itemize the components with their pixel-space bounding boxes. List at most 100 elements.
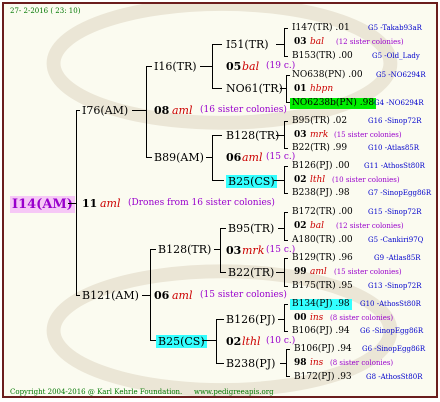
connector [284,304,288,305]
gen4-top-4[interactable]: B126(PJ) .00 [292,162,350,171]
gen3-dam-1[interactable]: NO61(TR) [226,83,283,94]
connector [216,363,224,364]
connector [284,28,288,29]
gen2-dam-1[interactable]: B89(AM) [154,152,204,163]
gen4-bot-code-1: G5 -Old_Lady [372,52,420,60]
connector [284,331,288,332]
connector [150,249,156,250]
gen4-symbol-7: ins [310,313,324,323]
gen4-top-code-8: G6 -SinopEgg86R [362,345,426,353]
connector [284,166,285,194]
gen4-symbol-3: mrk [310,130,329,140]
gen1-note: (Drones from 16 sister colonies) [128,198,275,208]
gen2-dam-2[interactable]: B25(CS) [156,335,207,348]
gen4-bot-2[interactable]: NO6238b(PN) .98 [290,98,377,109]
gen4-note-8: (8 sister colonies) [330,359,394,367]
gen3-dam-3[interactable]: B22(TR) [228,267,274,278]
gen4-number-2: 01 [294,84,307,94]
gen3-sire-2[interactable]: B128(TR) [226,130,279,141]
gen4-bot-7[interactable]: B106(PJ) .94 [292,327,350,336]
connector [286,75,287,103]
gen4-top-2[interactable]: NO638(PN) .00 [292,71,363,80]
gen1-symbol: aml [100,197,121,210]
gen4-bot-code-4: G7 -SinopEgg86R [368,189,432,197]
gen4-symbol-8: ins [310,358,324,368]
gen3-sire-4[interactable]: B126(PJ) [226,314,275,325]
connector [286,349,287,377]
pedigree-frame: 27- 2-2016 ( 23: 10) I14(AM) 11 aml (Dro… [2,2,438,398]
gen4-top-1[interactable]: I147(TR) .01 [292,24,350,33]
root-queen[interactable]: I14(AM) [10,196,75,213]
gen4-number-3: 03 [294,130,307,140]
connector [216,319,224,320]
gen4-top-8[interactable]: B106(PJ) .94 [294,345,352,354]
connector [220,228,221,273]
connector [276,272,284,273]
footer-url[interactable]: www.pedigreeapis.org [194,389,274,396]
gen4-symbol-4: lthl [310,175,326,185]
gen4-number-7: 00 [294,313,307,323]
gen4-bot-8[interactable]: B172(PJ) .93 [294,373,352,382]
gen3-symbol-1: bal [242,60,260,73]
timestamp: 27- 2-2016 ( 23: 10) [10,7,81,15]
gen3-number-2: 06 [226,151,242,164]
connector [68,203,76,204]
gen2-note-2: (15 sister colonies) [200,290,287,300]
gen3-symbol-2: aml [242,151,263,164]
gen4-bot-4[interactable]: B238(PJ) .98 [292,189,350,198]
gen3-dam-4[interactable]: B238(PJ) [226,358,275,369]
gen4-top-6[interactable]: B129(TR) .96 [292,254,353,263]
gen3-dam-2[interactable]: B25(CS) [226,175,277,188]
gen4-bot-6[interactable]: B175(TR) .95 [292,282,353,291]
connector [286,376,290,377]
gen4-top-code-3: G16 -Sinop72R [368,117,422,125]
gen4-bot-5[interactable]: A180(TR) .00 [292,236,353,245]
gen2-sire-2[interactable]: B128(TR) [158,244,211,255]
gen4-top-7[interactable]: B134(PJ) .98 [290,299,352,310]
gen2-sire-1[interactable]: I16(TR) [154,61,197,72]
gen4-bot-code-8: G8 -AthosSt80R [366,373,423,381]
gen4-bot-1[interactable]: B153(TR) .00 [292,52,353,61]
connector [220,228,226,229]
connector [212,44,222,45]
gen4-bot-3[interactable]: B22(TR) .99 [292,144,347,153]
gen3-number-3: 03 [226,244,242,257]
connector [284,212,288,213]
gen2-note-1: (16 sister colonies) [200,105,287,115]
connector [76,110,77,296]
connector [284,166,288,167]
gen4-top-5[interactable]: B172(TR) .00 [292,208,353,217]
connector [212,135,213,181]
gen4-bot-code-6: G13 -Sinop72R [368,282,422,290]
gen4-symbol-5: bal [310,221,325,231]
connector [286,75,290,76]
connector [284,212,285,241]
connector [150,249,151,341]
connector [212,88,222,89]
connector [284,240,288,241]
connector [284,286,288,287]
gen4-top-code-5: G15 -Sinop72R [368,208,422,216]
gen4-number-1: 03 [294,37,307,47]
connector [146,66,147,158]
gen4-top-3[interactable]: B95(TR) .02 [292,117,347,126]
gen3-sire-1[interactable]: I51(TR) [226,39,269,50]
connector [202,340,216,341]
connector [274,180,284,181]
gen4-top-code-4: G11 -AthosSt80R [364,162,425,170]
connector [146,66,152,67]
gen4-number-6: 99 [294,267,307,277]
gen1-sire[interactable]: I76(AM) [82,105,128,116]
gen3-sire-3[interactable]: B95(TR) [228,223,274,234]
connector [132,110,146,111]
gen4-top-code-2: G5 -NO6294R [376,71,426,79]
gen3-symbol-3: mrk [242,244,265,257]
connector [220,272,226,273]
gen4-number-4: 02 [294,175,307,185]
gen3-note-1: (19 c.) [266,61,296,71]
gen1-number: 11 [82,197,98,210]
gen1-dam[interactable]: B121(AM) [82,290,139,301]
connector [200,66,212,67]
gen4-bot-code-3: G10 -Atlas85R [368,144,420,152]
connector [284,121,288,122]
